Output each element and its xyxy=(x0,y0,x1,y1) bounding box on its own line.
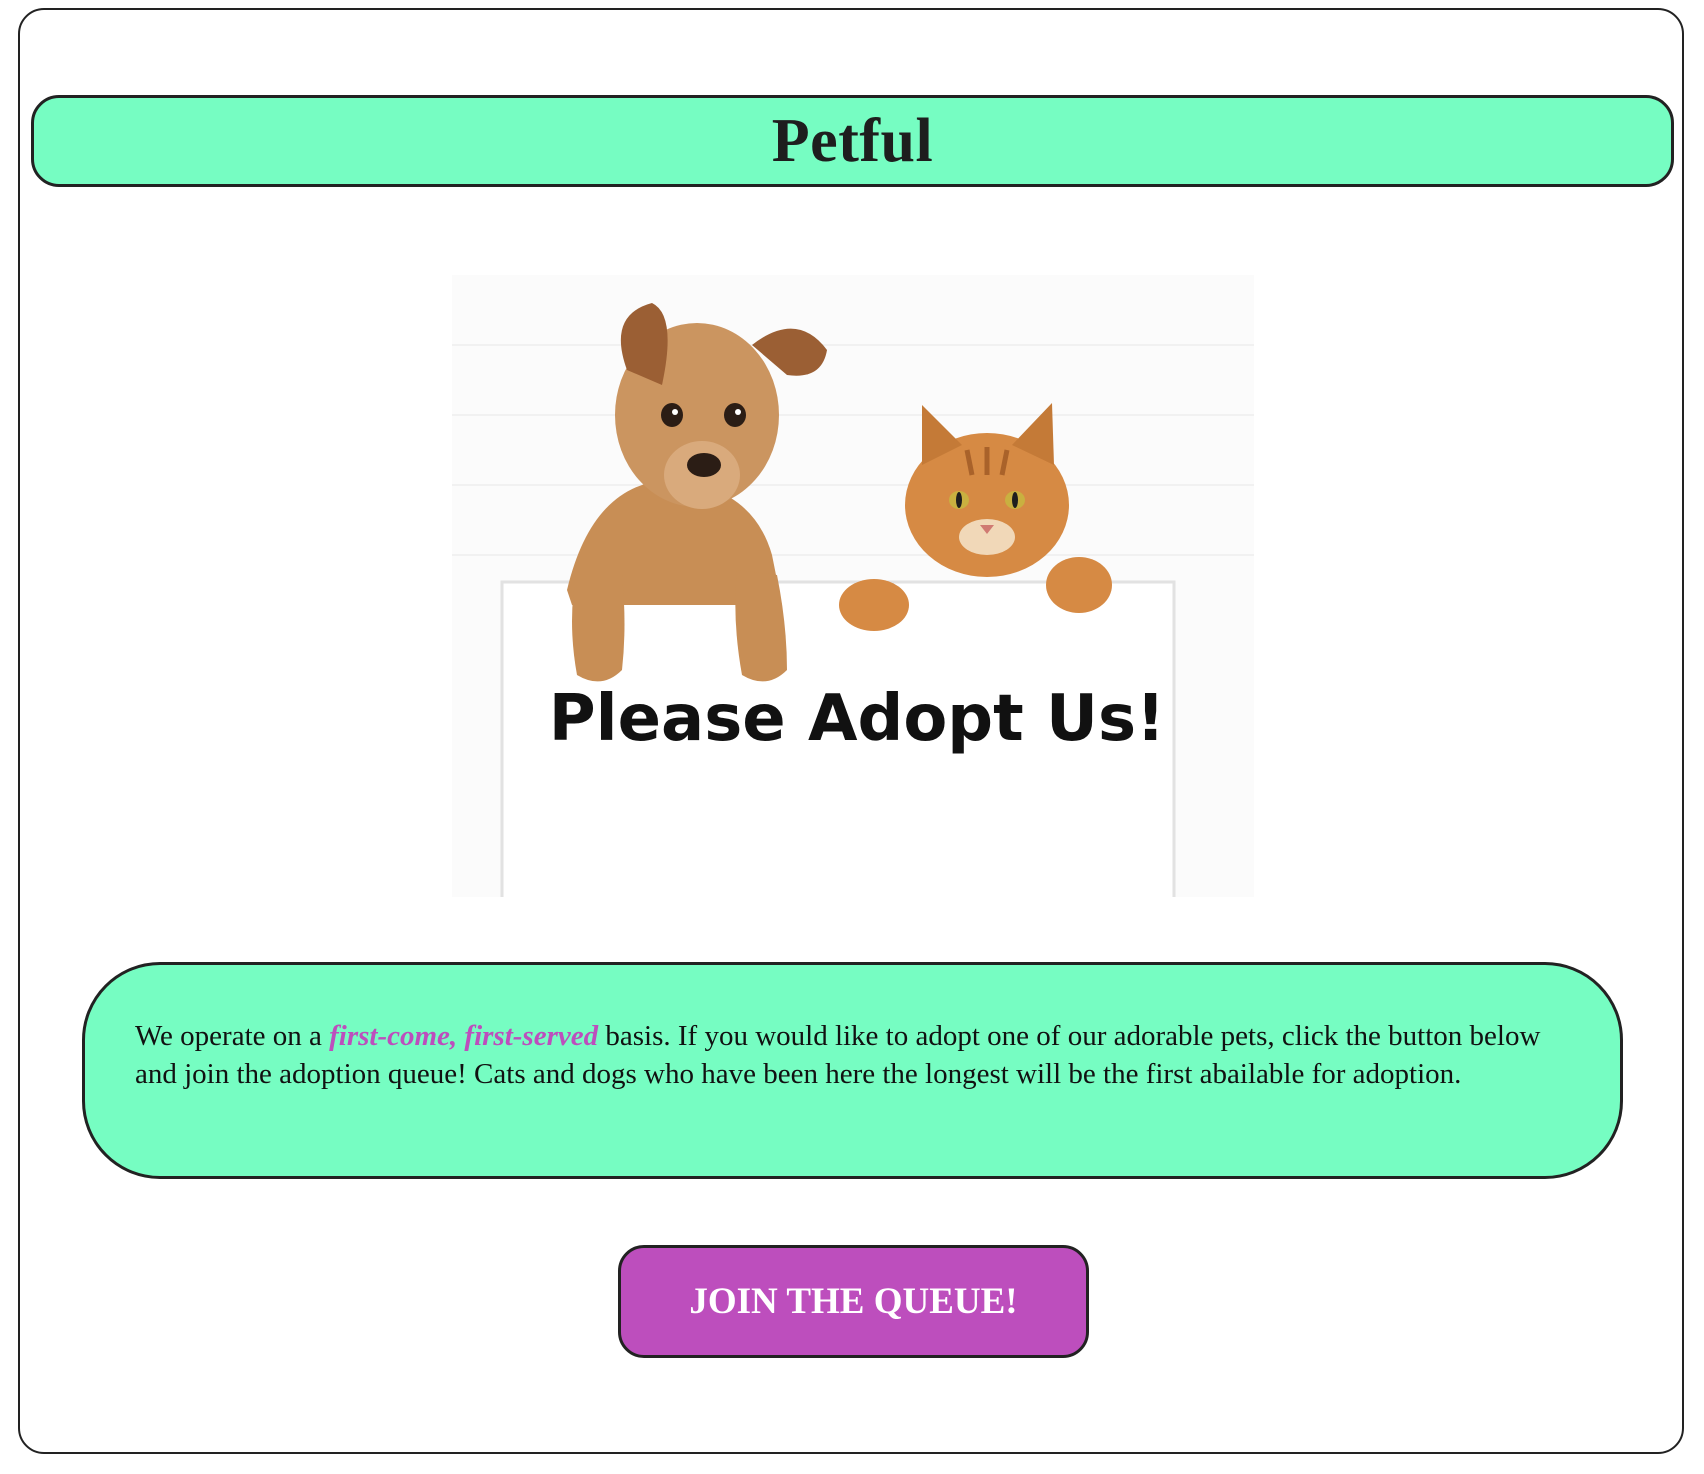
site-header: Petful xyxy=(31,95,1674,187)
info-text-before: We operate on a xyxy=(135,1020,330,1052)
site-title: Petful xyxy=(771,106,934,175)
info-panel: We operate on a first-come, first-served… xyxy=(82,962,1623,1179)
dog-and-cat-adopt-image: Please Adopt Us! xyxy=(452,275,1254,897)
sign-text: Please Adopt Us! xyxy=(549,682,1165,756)
info-emphasis: first-come, first-served xyxy=(329,1020,599,1052)
join-queue-button[interactable]: JOIN THE QUEUE! xyxy=(618,1245,1089,1358)
